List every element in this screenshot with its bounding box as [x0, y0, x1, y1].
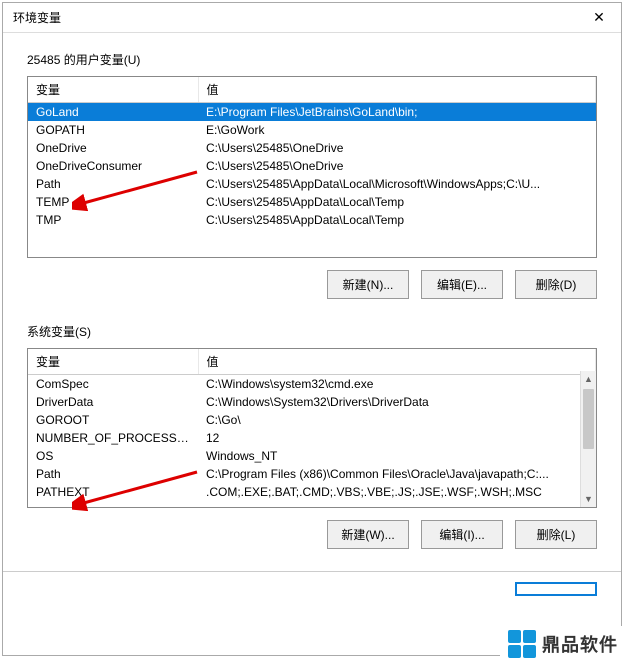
user-col-value[interactable]: 值	[198, 77, 596, 103]
table-row[interactable]: PATHEXT.COM;.EXE;.BAT;.CMD;.VBS;.VBE;.JS…	[28, 483, 596, 501]
var-name-cell: OneDrive	[28, 139, 198, 157]
var-name-cell: OneDriveConsumer	[28, 157, 198, 175]
var-name-cell: OS	[28, 447, 198, 465]
var-name-cell: Path	[28, 175, 198, 193]
user-buttons-row: 新建(N)... 编辑(E)... 删除(D)	[27, 270, 597, 299]
var-value-cell: C:\Windows\System32\Drivers\DriverData	[198, 393, 596, 411]
dialog-content: 25485 的用户变量(U) 变量 值 GoLandE:\Program Fil…	[3, 33, 621, 571]
titlebar: 环境变量 ✕	[3, 3, 621, 33]
watermark-text: 鼎品软件	[542, 631, 618, 657]
var-name-cell: TEMP	[28, 193, 198, 211]
var-name-cell: GoLand	[28, 103, 198, 122]
var-name-cell: TMP	[28, 211, 198, 229]
user-new-button[interactable]: 新建(N)...	[327, 270, 409, 299]
env-vars-dialog: 环境变量 ✕ 25485 的用户变量(U) 变量 值 GoLandE:\Prog…	[2, 2, 622, 656]
close-button[interactable]: ✕	[577, 3, 621, 33]
table-row[interactable]: PathC:\Users\25485\AppData\Local\Microso…	[28, 175, 596, 193]
user-vars-table: 变量 值 GoLandE:\Program Files\JetBrains\Go…	[28, 77, 596, 229]
user-edit-button[interactable]: 编辑(E)...	[421, 270, 503, 299]
var-value-cell: C:\Users\25485\OneDrive	[198, 157, 596, 175]
var-value-cell: .COM;.EXE;.BAT;.CMD;.VBS;.VBE;.JS;.JSE;.…	[198, 483, 596, 501]
var-value-cell: C:\Program Files (x86)\Common Files\Orac…	[198, 465, 596, 483]
user-col-variable[interactable]: 变量	[28, 77, 198, 103]
sys-buttons-row: 新建(W)... 编辑(I)... 删除(L)	[27, 520, 597, 549]
table-row[interactable]: OneDriveC:\Users\25485\OneDrive	[28, 139, 596, 157]
sys-scrollbar[interactable]: ▲ ▼	[580, 371, 596, 507]
scroll-up-icon[interactable]: ▲	[581, 371, 596, 387]
sys-vars-label: 系统变量(S)	[27, 323, 597, 340]
var-value-cell: C:\Users\25485\OneDrive	[198, 139, 596, 157]
scroll-thumb[interactable]	[583, 389, 594, 449]
table-row[interactable]: DriverDataC:\Windows\System32\Drivers\Dr…	[28, 393, 596, 411]
var-value-cell: 12	[198, 429, 596, 447]
var-name-cell: ComSpec	[28, 375, 198, 394]
table-row[interactable]: PathC:\Program Files (x86)\Common Files\…	[28, 465, 596, 483]
table-row[interactable]: GoLandE:\Program Files\JetBrains\GoLand\…	[28, 103, 596, 122]
var-name-cell: DriverData	[28, 393, 198, 411]
table-row[interactable]: TEMPC:\Users\25485\AppData\Local\Temp	[28, 193, 596, 211]
user-vars-label: 25485 的用户变量(U)	[27, 51, 597, 68]
sys-col-variable[interactable]: 变量	[28, 349, 198, 375]
dialog-bottom-row	[3, 571, 621, 596]
var-name-cell: GOROOT	[28, 411, 198, 429]
var-value-cell: C:\Users\25485\AppData\Local\Microsoft\W…	[198, 175, 596, 193]
close-icon: ✕	[593, 9, 605, 26]
sys-delete-button[interactable]: 删除(L)	[515, 520, 597, 549]
table-row[interactable]: NUMBER_OF_PROCESSORS12	[28, 429, 596, 447]
sys-edit-button[interactable]: 编辑(I)...	[421, 520, 503, 549]
table-row[interactable]: ComSpecC:\Windows\system32\cmd.exe	[28, 375, 596, 394]
var-value-cell: E:\Program Files\JetBrains\GoLand\bin;	[198, 103, 596, 122]
sys-col-value[interactable]: 值	[198, 349, 596, 375]
var-name-cell: GOPATH	[28, 121, 198, 139]
var-name-cell: NUMBER_OF_PROCESSORS	[28, 429, 198, 447]
user-delete-button[interactable]: 删除(D)	[515, 270, 597, 299]
table-row[interactable]: OneDriveConsumerC:\Users\25485\OneDrive	[28, 157, 596, 175]
var-value-cell: C:\Windows\system32\cmd.exe	[198, 375, 596, 394]
table-row[interactable]: GOROOTC:\Go\	[28, 411, 596, 429]
var-value-cell: Windows_NT	[198, 447, 596, 465]
scroll-down-icon[interactable]: ▼	[581, 491, 596, 507]
var-name-cell: Path	[28, 465, 198, 483]
ok-button[interactable]	[515, 582, 597, 596]
var-value-cell: C:\Users\25485\AppData\Local\Temp	[198, 211, 596, 229]
var-name-cell: PATHEXT	[28, 483, 198, 501]
table-row[interactable]: TMPC:\Users\25485\AppData\Local\Temp	[28, 211, 596, 229]
var-value-cell: C:\Go\	[198, 411, 596, 429]
table-row[interactable]: OSWindows_NT	[28, 447, 596, 465]
var-value-cell: C:\Users\25485\AppData\Local\Temp	[198, 193, 596, 211]
sys-new-button[interactable]: 新建(W)...	[327, 520, 409, 549]
sys-vars-table-wrap: 变量 值 ComSpecC:\Windows\system32\cmd.exeD…	[27, 348, 597, 508]
table-row[interactable]: GOPATHE:\GoWork	[28, 121, 596, 139]
var-value-cell: E:\GoWork	[198, 121, 596, 139]
window-title: 环境变量	[13, 9, 61, 26]
sys-vars-table: 变量 值 ComSpecC:\Windows\system32\cmd.exeD…	[28, 349, 596, 501]
user-vars-table-wrap: 变量 值 GoLandE:\Program Files\JetBrains\Go…	[27, 76, 597, 258]
watermark-logo-icon	[508, 630, 536, 658]
watermark: 鼎品软件	[500, 626, 626, 662]
